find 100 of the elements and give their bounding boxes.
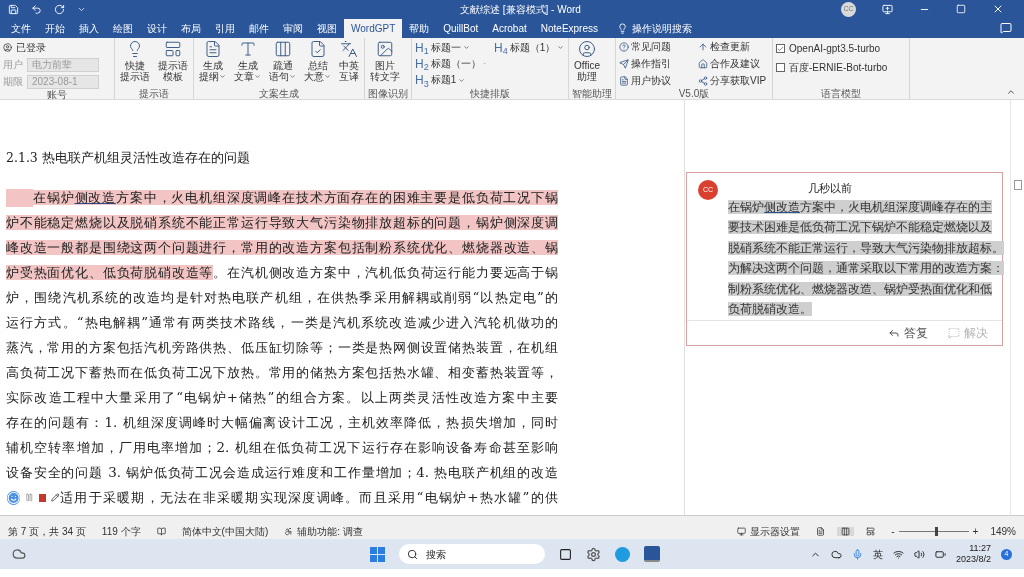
zoom-out[interactable]: - [891, 523, 895, 539]
ribbon-display-icon[interactable] [882, 3, 893, 15]
redo-icon[interactable] [54, 3, 65, 15]
close-icon[interactable] [992, 3, 1004, 15]
group-label: 智能助理 [572, 88, 612, 99]
language-status[interactable]: 简体中文(中国大陆) [181, 523, 269, 539]
heading-style[interactable]: H$_{3}$ 标题1 [415, 72, 486, 88]
zoom-thumb[interactable] [934, 526, 938, 536]
pen-icon[interactable] [51, 493, 60, 502]
clock-date[interactable]: 2023/8/2 [955, 554, 991, 565]
ribbon-button[interactable]: 中英 互译 [337, 40, 361, 88]
settings-icon[interactable] [586, 546, 601, 562]
display-settings[interactable]: 显示器设置 [750, 523, 801, 539]
microphone-icon[interactable] [851, 548, 863, 560]
button-icon [340, 40, 358, 58]
button-icon [238, 40, 257, 58]
ribbon-tab[interactable]: 绘图 [106, 19, 140, 38]
save-icon[interactable] [8, 3, 19, 15]
ribbon-tab[interactable]: 视图 [310, 19, 344, 38]
word-count[interactable]: 119 个字 [101, 523, 141, 539]
checkbox[interactable] [776, 44, 785, 53]
word-app-icon[interactable] [644, 546, 660, 562]
undo-icon[interactable] [31, 3, 42, 15]
link-button[interactable]: 常见问题 [619, 40, 690, 55]
zoom-percent[interactable]: 149% [990, 523, 1016, 539]
cloud-icon[interactable] [830, 548, 842, 560]
button-icon [308, 40, 327, 58]
zoom-in[interactable]: + [972, 523, 979, 539]
ribbon-tab[interactable]: WordGPT [344, 19, 403, 38]
ribbon-tab[interactable]: NoteExpress [533, 19, 605, 38]
link-button[interactable]: 分享获取VIP [698, 73, 769, 88]
heading-style[interactable]: H$_{1}$ 标题一 [415, 40, 486, 56]
input-method[interactable]: 英 [872, 546, 883, 562]
ribbon-tab[interactable]: 帮助 [402, 19, 437, 38]
clock-time[interactable]: 11:27 [969, 543, 991, 554]
ribbon-tab[interactable]: 开始 [38, 19, 72, 38]
ribbon-button[interactable]: 总结 大意 [302, 40, 333, 88]
wifi-icon[interactable] [892, 548, 904, 560]
view-icon[interactable] [866, 526, 876, 536]
paragraph-line: 高负荷工况下蓄热而在低负荷工况下放热。常用的储热方案包括热水罐、相变蓄热装置等， [6, 363, 558, 382]
link-button[interactable]: 用户协议 [619, 73, 690, 88]
ribbon-tab[interactable]: 文件 [4, 19, 38, 38]
comments-icon[interactable] [1000, 22, 1012, 34]
ribbon-tab[interactable]: 引用 [208, 19, 242, 38]
field-label: 期限 [3, 75, 23, 89]
battery-icon[interactable] [934, 548, 946, 560]
search-field[interactable]: 搜索 [399, 544, 545, 564]
button-icon [203, 40, 222, 58]
view-icon[interactable] [837, 526, 855, 536]
comment-action-button[interactable]: 答复 [888, 323, 928, 342]
ribbon-tab[interactable]: 设计 [140, 19, 174, 38]
ribbon-tab[interactable]: 插入 [72, 19, 106, 38]
ribbon-button[interactable]: 生成 提纲 [197, 40, 228, 88]
stop-icon[interactable] [38, 493, 47, 502]
start-icon[interactable] [370, 546, 385, 562]
paragraph-line: 实际改造工程中大量采用了“电锅炉+储热”的组合方案。以上两类灵活性改造方案中主要 [6, 388, 558, 407]
group-label: 文案生成 [258, 88, 300, 99]
scrollbar-thumb[interactable] [1013, 180, 1022, 190]
link-button[interactable]: 操作指引 [619, 56, 690, 72]
checkbox[interactable] [776, 63, 785, 72]
display-icon [737, 526, 747, 536]
ribbon-tab[interactable]: Acrobat [485, 19, 534, 38]
link-button[interactable]: 合作及建议 [698, 56, 769, 72]
ribbon-button[interactable]: 生成 文章 [232, 40, 263, 88]
caret-icon [219, 73, 226, 80]
button-icon [273, 40, 292, 58]
speaker-icon[interactable] [913, 548, 925, 560]
link-icon [619, 42, 629, 53]
paragraph-line: 辅机空转率增加，厂用电率增加；2. 机组在低负荷工况下运行存在影响设备寿命甚至影响 [6, 438, 558, 457]
caret-icon [289, 73, 296, 80]
ribbon-tab[interactable]: QuillBot [436, 19, 486, 38]
task-view-icon[interactable] [559, 547, 572, 561]
group-label: 图像识别 [368, 88, 408, 99]
caret-icon [458, 76, 466, 84]
maximize-icon[interactable] [956, 4, 966, 14]
view-icon[interactable] [816, 526, 826, 536]
accessibility-status[interactable]: 辅助功能: 调查 [297, 523, 363, 539]
book-icon[interactable] [156, 526, 166, 536]
link-button[interactable]: 检查更新 [698, 40, 769, 55]
ribbon-tab[interactable]: 审阅 [276, 19, 310, 38]
ribbon-button[interactable]: Office 助理 [572, 40, 602, 88]
ribbon-button[interactable]: 图片 转文字 [368, 40, 402, 88]
ribbon-button[interactable]: 提示语 模板 [156, 40, 190, 88]
group-label: 账号 [46, 89, 68, 100]
heading-style[interactable]: H$_{4}$ 标题（1） [494, 40, 565, 56]
window-title: 文献综述 [兼容模式] - Word [460, 2, 581, 17]
horizontal-scrollbar[interactable] [0, 515, 1024, 523]
heading-style[interactable]: H$_{2}$ 标题（一） [415, 56, 486, 72]
login-status: 已登录 [16, 41, 46, 55]
paragraph-line: 运行方式。“热电解耦”通常有两类技术路线，一类是汽机系统改造减少进入汽轮机做功的 [6, 313, 558, 332]
tell-me-search[interactable]: 操作说明搜索 [632, 21, 692, 36]
collapse-icon[interactable] [1006, 87, 1016, 97]
group-label: 语言模型 [820, 88, 862, 99]
caret-icon [557, 44, 565, 52]
ribbon-tab[interactable]: 布局 [174, 19, 208, 38]
page-count[interactable]: 第 7 页，共 34 页 [8, 523, 86, 539]
ribbon-tab[interactable]: 邮件 [242, 19, 276, 38]
ribbon-button[interactable]: 快捷 提示语 [118, 40, 152, 88]
ribbon-button[interactable]: 疏通 语句 [267, 40, 298, 88]
link-icon [698, 75, 708, 86]
